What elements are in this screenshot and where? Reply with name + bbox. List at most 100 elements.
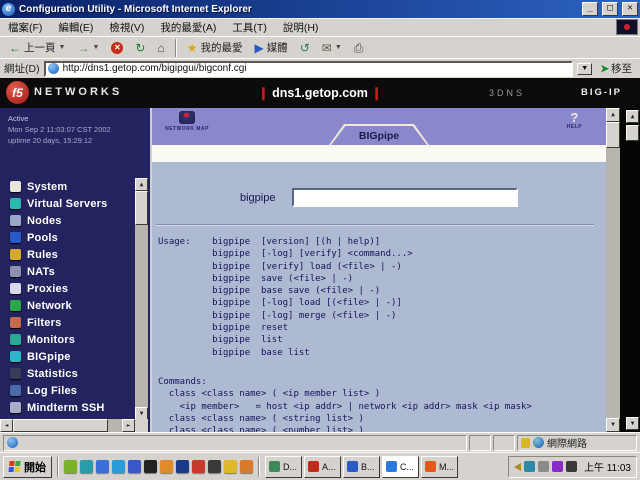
task-window-button[interactable]: C...: [382, 455, 419, 478]
toolbar-separator: [174, 38, 177, 57]
menu-item[interactable]: 我的最愛(A): [152, 18, 224, 37]
go-button[interactable]: ➤ 移至: [596, 61, 636, 76]
refresh-button[interactable]: ↻: [130, 41, 150, 55]
scrollbar-thumb[interactable]: [135, 191, 148, 225]
tab-bigpipe[interactable]: BIGpipe: [329, 124, 429, 145]
forward-button[interactable]: → ▼: [72, 41, 104, 55]
url-text[interactable]: http://dns1.getop.com/bigipgui/bigconf.c…: [63, 63, 570, 74]
nav-item[interactable]: BIGpipe: [0, 348, 134, 365]
content-vertical-scrollbar[interactable]: ▲ ▼: [606, 108, 620, 432]
close-button[interactable]: ✕: [622, 2, 638, 16]
start-button[interactable]: 開始: [3, 455, 52, 478]
home-button[interactable]: ⌂: [152, 41, 169, 55]
nav-item[interactable]: Rules: [0, 246, 134, 263]
history-button[interactable]: ↺: [295, 41, 315, 55]
help-icon: ?: [570, 110, 579, 125]
quick-launch-icon[interactable]: [176, 460, 189, 473]
scroll-down-icon[interactable]: ▼: [606, 418, 620, 432]
scroll-right-icon[interactable]: ►: [122, 419, 135, 432]
sidebar-horizontal-scrollbar[interactable]: ◄ ►: [0, 419, 135, 432]
menu-item[interactable]: 工具(T): [224, 18, 274, 37]
menu-item[interactable]: 編輯(E): [50, 18, 101, 37]
scroll-up-icon[interactable]: ▲: [606, 108, 620, 122]
quick-launch-icon[interactable]: [112, 460, 125, 473]
browser-vertical-scrollbar[interactable]: ▲ ▼: [626, 108, 639, 432]
task-window-button[interactable]: M...: [421, 455, 458, 478]
system-tray: 上午 11:03: [507, 455, 637, 478]
scroll-down-icon[interactable]: ▼: [626, 417, 639, 430]
stop-button[interactable]: ✕: [106, 41, 128, 55]
tray-icon[interactable]: [565, 461, 577, 472]
maximize-button[interactable]: □: [602, 2, 618, 16]
nav-item[interactable]: Network: [0, 297, 134, 314]
task-window-button[interactable]: B...: [343, 455, 380, 478]
media-button[interactable]: ▶ 媒體: [249, 39, 292, 56]
nav-item[interactable]: System: [0, 178, 134, 195]
scroll-left-icon[interactable]: ◄: [0, 419, 13, 432]
menu-item[interactable]: 說明(H): [275, 18, 327, 37]
tray-icon[interactable]: [523, 461, 535, 472]
forward-dropdown-icon[interactable]: ▼: [92, 44, 99, 51]
nav-item[interactable]: Pools: [0, 229, 134, 246]
favorites-button[interactable]: ★ 我的最愛: [182, 39, 248, 56]
task-window-label: B...: [361, 461, 375, 472]
nav-item[interactable]: Statistics: [0, 365, 134, 382]
quick-launch-icon[interactable]: [208, 460, 221, 473]
quick-launch-icon[interactable]: [144, 460, 157, 473]
windows-logo-icon: [8, 460, 21, 473]
address-dropdown-icon[interactable]: ▼: [577, 62, 593, 75]
help-button[interactable]: ? HELP: [567, 111, 582, 130]
nav-item[interactable]: Nodes: [0, 212, 134, 229]
bigpipe-usage-text: Usage: bigpipe [version] [(h | help)] bi…: [158, 237, 413, 358]
quick-launch-icon[interactable]: [64, 460, 77, 473]
nav-item-icon: [10, 181, 21, 192]
home-icon: ⌂: [157, 40, 165, 55]
nav-item-label: NATs: [27, 265, 55, 278]
help-label: HELP: [566, 124, 582, 130]
quick-launch-icon[interactable]: [240, 460, 253, 473]
bigpipe-command-input[interactable]: [292, 188, 518, 207]
quick-launch-icon[interactable]: [224, 460, 237, 473]
mail-button[interactable]: ✉ ▼: [317, 41, 347, 55]
nav-item[interactable]: NATs: [0, 263, 134, 280]
menu-item[interactable]: 檢視(V): [101, 18, 152, 37]
task-window-button[interactable]: D...: [265, 455, 302, 478]
link-3dns[interactable]: 3DNS: [489, 88, 525, 98]
tray-icon[interactable]: [537, 461, 549, 472]
scroll-up-icon[interactable]: ▲: [135, 178, 148, 191]
nav-item[interactable]: Mindterm SSH: [0, 399, 134, 416]
bigpipe-page: bigpipe Usage: bigpipe [version] [(h | h…: [152, 162, 606, 432]
task-window-button[interactable]: A...: [304, 455, 341, 478]
nav-item[interactable]: Monitors: [0, 331, 134, 348]
quick-launch-icon[interactable]: [96, 460, 109, 473]
quick-launch-icon[interactable]: [128, 460, 141, 473]
mail-dropdown-icon[interactable]: ▼: [335, 44, 342, 51]
scrollbar-thumb[interactable]: [606, 122, 620, 148]
nav-item[interactable]: Virtual Servers: [0, 195, 134, 212]
scroll-up-icon[interactable]: ▲: [626, 110, 639, 123]
nav-item[interactable]: Log Files: [0, 382, 134, 399]
link-bigip[interactable]: BIG-IP: [581, 87, 622, 98]
nav-item[interactable]: Filters: [0, 314, 134, 331]
tray-icons: [523, 461, 577, 472]
back-button[interactable]: ← 上一頁 ▼: [4, 39, 70, 56]
nav-item[interactable]: Proxies: [0, 280, 134, 297]
menu-item[interactable]: 檔案(F): [0, 18, 50, 37]
network-map-button[interactable]: NETWORK MAP: [162, 111, 212, 132]
navigation-sidebar: Active Mon Sep 2 11:03:07 CST 2002 uptim…: [0, 108, 150, 432]
minimize-button[interactable]: _: [582, 2, 598, 16]
nav-item-label: Mindterm SSH: [27, 401, 105, 414]
scrollbar-thumb[interactable]: [13, 419, 108, 432]
scrollbar-thumb[interactable]: [626, 125, 639, 141]
sidebar-vertical-scrollbar[interactable]: ▲ ▼: [135, 178, 148, 420]
quick-launch-icon[interactable]: [160, 460, 173, 473]
tray-icon[interactable]: [551, 461, 563, 472]
back-dropdown-icon[interactable]: ▼: [59, 44, 66, 51]
status-message-pane: [3, 434, 467, 451]
volume-icon[interactable]: [513, 462, 521, 471]
print-button[interactable]: ⎙: [349, 41, 369, 55]
quick-launch-icon[interactable]: [192, 460, 205, 473]
quick-launch-icon[interactable]: [80, 460, 93, 473]
address-input[interactable]: http://dns1.getop.com/bigipgui/bigconf.c…: [43, 60, 574, 77]
nav-item-label: Filters: [27, 316, 62, 329]
